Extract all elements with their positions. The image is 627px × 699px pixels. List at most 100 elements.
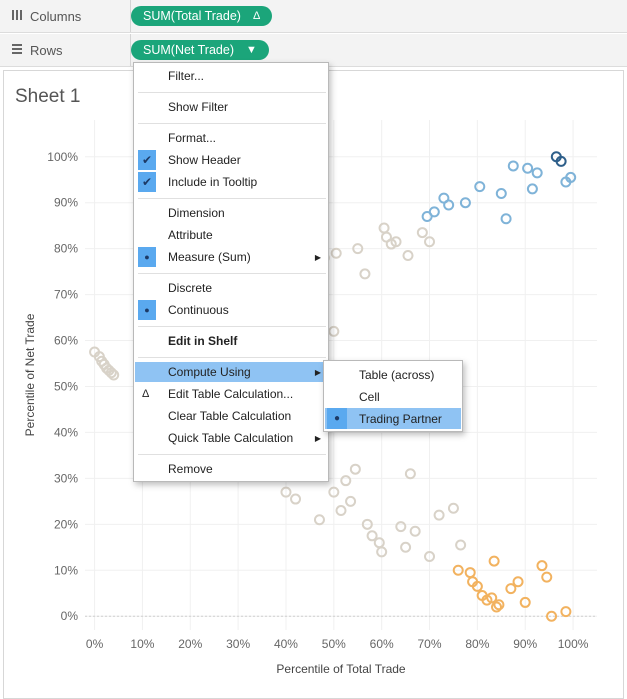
data-point[interactable] bbox=[541, 571, 553, 583]
data-point[interactable] bbox=[464, 567, 476, 579]
data-point[interactable] bbox=[395, 521, 407, 533]
menu-item-label: Dimension bbox=[168, 206, 225, 220]
menu-item-show-filter[interactable]: Show Filter bbox=[135, 97, 327, 117]
data-point[interactable] bbox=[428, 206, 440, 218]
x-tick-label: 100% bbox=[558, 637, 589, 651]
data-point[interactable] bbox=[500, 213, 512, 225]
submenu-item-label: Cell bbox=[359, 389, 380, 404]
y-tick-label: 20% bbox=[54, 517, 78, 531]
data-point[interactable] bbox=[290, 493, 302, 505]
menu-item-show-header[interactable]: ✔ Show Header bbox=[135, 150, 327, 170]
compute-using-submenu: Table (across) Cell ● Trading Partner bbox=[323, 360, 463, 432]
data-point[interactable] bbox=[313, 514, 325, 526]
menu-item-label: Attribute bbox=[168, 228, 213, 242]
data-point[interactable] bbox=[488, 555, 500, 567]
data-point[interactable] bbox=[416, 227, 428, 239]
menu-item-label: Filter... bbox=[168, 69, 205, 83]
menu-separator bbox=[138, 454, 326, 455]
menu-item-label: Edit in Shelf bbox=[168, 334, 238, 348]
checkmark-icon: ✔ bbox=[138, 150, 156, 170]
x-tick-label: 30% bbox=[226, 637, 250, 651]
data-point[interactable] bbox=[340, 475, 352, 487]
data-point[interactable] bbox=[373, 537, 385, 549]
compute-using-trading-partner[interactable]: ● Trading Partner bbox=[325, 408, 461, 429]
data-point[interactable] bbox=[531, 167, 543, 179]
submenu-item-label: Trading Partner bbox=[359, 411, 442, 426]
menu-separator bbox=[138, 92, 326, 93]
menu-item-filter[interactable]: Filter... bbox=[135, 66, 327, 86]
menu-item-compute-using[interactable]: Compute Using ▶ bbox=[135, 362, 327, 382]
data-point[interactable] bbox=[447, 502, 459, 514]
menu-separator bbox=[138, 273, 326, 274]
submenu-arrow-icon: ▶ bbox=[314, 433, 321, 443]
menu-item-label: Continuous bbox=[168, 303, 229, 317]
x-axis-title: Percentile of Total Trade bbox=[276, 662, 406, 676]
y-axis-title: Percentile of Net Trade bbox=[23, 313, 37, 436]
y-tick-label: 30% bbox=[54, 471, 78, 485]
delta-icon: Δ bbox=[142, 388, 150, 400]
data-point[interactable] bbox=[349, 463, 361, 475]
menu-item-edit-table-calculation[interactable]: Δ Edit Table Calculation... bbox=[135, 384, 327, 404]
data-point[interactable] bbox=[378, 222, 390, 234]
submenu-arrow-icon: ▶ bbox=[314, 252, 321, 262]
checkmark-icon: ✔ bbox=[138, 172, 156, 192]
data-point[interactable] bbox=[359, 268, 371, 280]
data-point[interactable] bbox=[409, 525, 421, 537]
data-point[interactable] bbox=[526, 183, 538, 195]
data-point[interactable] bbox=[512, 576, 524, 588]
radio-dot-icon: ● bbox=[327, 408, 347, 429]
menu-item-continuous[interactable]: ● Continuous bbox=[135, 300, 327, 320]
submenu-item-label: Table (across) bbox=[359, 367, 435, 382]
menu-item-measure-sum[interactable]: ● Measure (Sum) ▶ bbox=[135, 247, 327, 267]
x-tick-label: 40% bbox=[274, 637, 298, 651]
menu-item-attribute[interactable]: Attribute bbox=[135, 225, 327, 245]
y-tick-label: 80% bbox=[54, 242, 78, 256]
data-point[interactable] bbox=[335, 505, 347, 517]
data-point[interactable] bbox=[522, 162, 534, 174]
menu-item-label: Remove bbox=[168, 462, 213, 476]
data-point[interactable] bbox=[536, 560, 548, 572]
menu-item-dimension[interactable]: Dimension bbox=[135, 203, 327, 223]
menu-item-label: Edit Table Calculation... bbox=[168, 387, 294, 401]
menu-item-remove[interactable]: Remove bbox=[135, 459, 327, 479]
data-point[interactable] bbox=[402, 250, 414, 262]
menu-item-label: Show Header bbox=[168, 153, 241, 167]
compute-using-table-across[interactable]: Table (across) bbox=[325, 364, 461, 385]
y-tick-label: 50% bbox=[54, 379, 78, 393]
menu-item-quick-table-calculation[interactable]: Quick Table Calculation ▶ bbox=[135, 428, 327, 448]
menu-item-discrete[interactable]: Discrete bbox=[135, 278, 327, 298]
menu-item-label: Compute Using bbox=[168, 365, 251, 379]
y-tick-label: 100% bbox=[47, 150, 78, 164]
menu-separator bbox=[138, 326, 326, 327]
y-tick-label: 60% bbox=[54, 334, 78, 348]
menu-item-clear-table-calculation[interactable]: Clear Table Calculation bbox=[135, 406, 327, 426]
compute-using-cell[interactable]: Cell bbox=[325, 386, 461, 407]
data-point[interactable] bbox=[474, 181, 486, 193]
data-point[interactable] bbox=[493, 599, 505, 611]
x-tick-label: 0% bbox=[86, 637, 104, 651]
menu-item-include-in-tooltip[interactable]: ✔ Include in Tooltip bbox=[135, 172, 327, 192]
data-point[interactable] bbox=[507, 160, 519, 172]
data-point[interactable] bbox=[433, 509, 445, 521]
data-point[interactable] bbox=[560, 606, 572, 618]
y-tick-label: 0% bbox=[61, 609, 79, 623]
menu-separator bbox=[138, 198, 326, 199]
data-point[interactable] bbox=[495, 188, 507, 200]
menu-item-label: Measure (Sum) bbox=[168, 250, 251, 264]
pill-context-menu: Filter... Show Filter Format... ✔ Show Heade… bbox=[133, 62, 329, 482]
data-point[interactable] bbox=[443, 199, 455, 211]
menu-item-format[interactable]: Format... bbox=[135, 128, 327, 148]
data-point[interactable] bbox=[330, 247, 342, 259]
data-point[interactable] bbox=[345, 495, 357, 507]
x-tick-label: 90% bbox=[513, 637, 537, 651]
y-tick-label: 40% bbox=[54, 425, 78, 439]
menu-separator bbox=[138, 123, 326, 124]
menu-item-edit-in-shelf[interactable]: Edit in Shelf bbox=[135, 331, 327, 351]
x-tick-label: 60% bbox=[370, 637, 394, 651]
data-point[interactable] bbox=[400, 541, 412, 553]
menu-item-label: Quick Table Calculation bbox=[168, 431, 294, 445]
y-tick-label: 90% bbox=[54, 196, 78, 210]
data-point[interactable] bbox=[404, 468, 416, 480]
menu-item-label: Include in Tooltip bbox=[168, 175, 258, 189]
data-point[interactable] bbox=[455, 539, 467, 551]
